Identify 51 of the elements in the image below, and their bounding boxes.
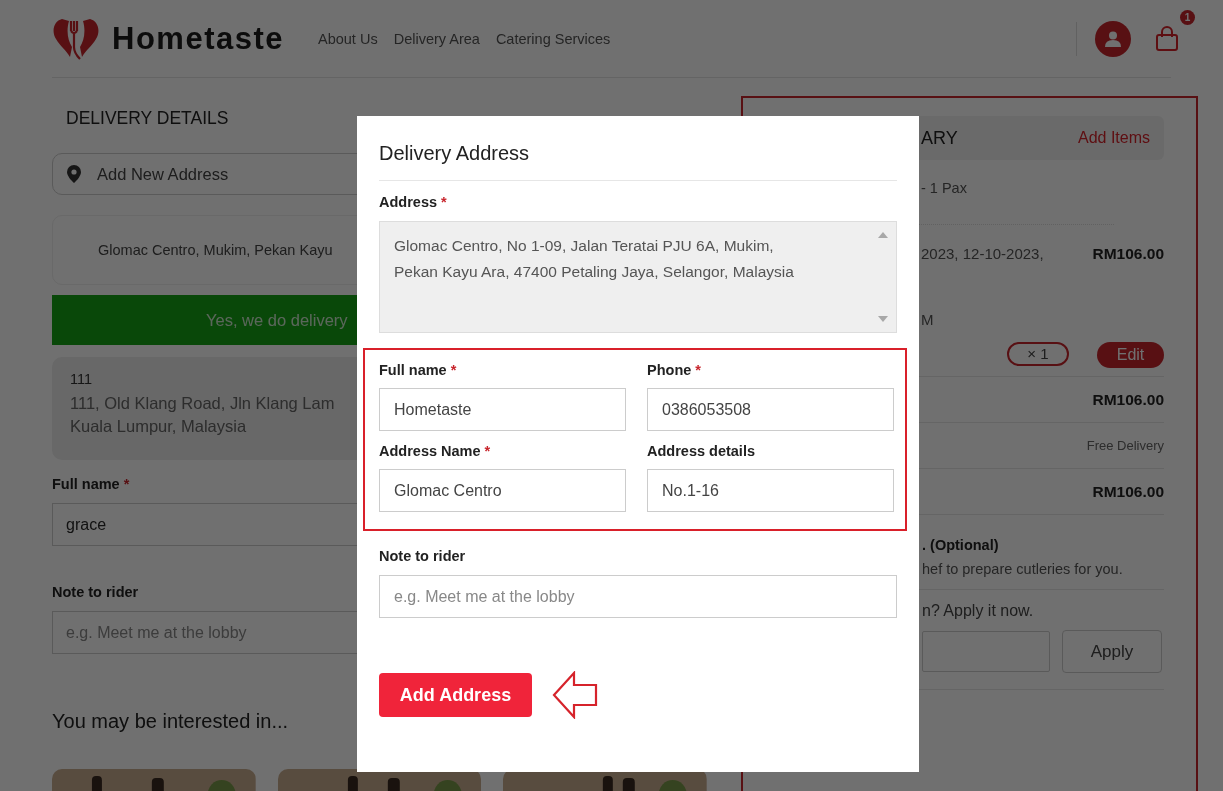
address-value: Glomac Centro, No 1-09, Jalan Teratai PJU 6A, Mukim, Pekan Kayu Ara, 47400 Petaling Jaya, Selangor, Malaysia [393,236,795,282]
scroll-up-icon [878,232,888,238]
summary-title: ARY [921,127,958,149]
note-field[interactable]: e.g. Meet me at the lobby [379,575,897,618]
edit-button[interactable]: Edit [1097,342,1164,368]
section-title: DELIVERY DETAILS [65,107,230,130]
text-field[interactable]: Hometaste [379,388,626,431]
account-button[interactable] [1095,20,1131,57]
address-line: Kuala Lumpur, Malaysia [70,416,247,437]
address-field[interactable]: Glomac Centro, No 1-09, Jalan Teratai PJU 6A, Mukim, Pekan Kayu Ara, 47400 Petaling Jaya, Selangor, Malaysia [379,221,897,333]
section-title: You may be interested in... [52,710,290,733]
package-text: - 1 Pax [921,180,967,196]
field-label: Note to rider [52,584,139,600]
quantity-pill: × 1 [1007,342,1069,366]
cutlery-text: hef to prepare cutleries for you. [922,561,1124,577]
field-label: Address details [647,443,756,459]
add-items-link[interactable]: Add Items [1077,129,1150,147]
logo-text: Hometaste [112,20,284,57]
address-text: Glomac Centro, Mukim, Pekan Kayu [98,242,333,258]
text-field[interactable]: 0386053508 [647,388,894,431]
text-field[interactable]: Glomac Centro [379,469,626,512]
apply-button[interactable]: Apply [1062,630,1162,673]
cart-icon[interactable] [1155,25,1179,52]
nav-link[interactable]: About Us [318,30,378,47]
arrow-icon [552,671,598,719]
total-amount: RM106.00 [1092,482,1164,501]
nav-link[interactable]: Delivery Area [393,30,480,47]
location-pin-icon [67,165,81,183]
dialog-title: Delivery Address [379,142,531,165]
subtotal-amount: RM106.00 [1092,390,1164,409]
text-field[interactable]: No.1-16 [647,469,894,512]
delivery-time: M [921,311,934,328]
field-label: Address Name * [379,443,492,459]
logo-icon [52,16,100,61]
user-icon [1104,29,1122,48]
field-label: Full name * [379,362,458,378]
field-label: Note to rider [379,548,467,564]
delivery-dates: 2023, 12-10-2023, [921,245,1044,262]
field-label: Address * [379,194,448,210]
address-line: 111, Old Klang Road, Jln Klang Lam [70,393,335,414]
add-address-button[interactable]: Add Address [379,673,532,717]
item-price: RM106.00 [1092,245,1164,263]
delivery-fee: Free Delivery [1086,438,1164,453]
field-label: Full name * [52,476,130,492]
cutlery-title: . (Optional) [922,537,1000,553]
promo-prompt: n? Apply it now. [922,602,1035,620]
field-label: Phone * [647,362,702,378]
cart-count-badge: 1 [1180,9,1195,25]
scroll-down-icon [878,316,888,322]
nav-link[interactable]: Catering Services [495,30,611,47]
banner-text: Yes, we do delivery [206,310,348,330]
